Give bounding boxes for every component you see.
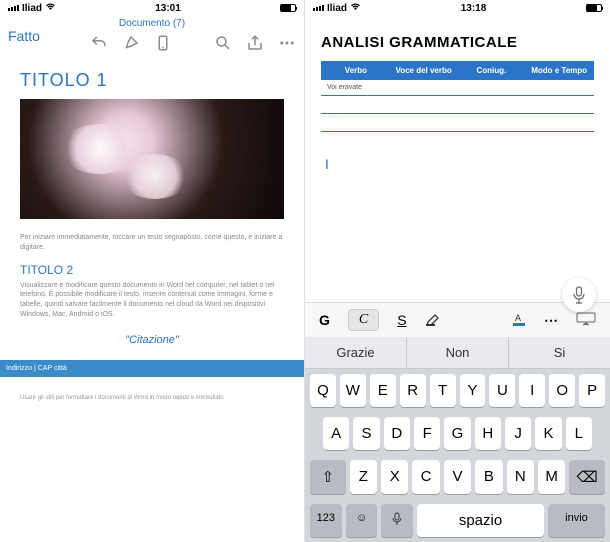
key-mic[interactable] (381, 504, 413, 537)
key-z[interactable]: Z (350, 460, 377, 494)
key-b[interactable]: B (475, 460, 502, 494)
table-row[interactable] (321, 114, 594, 132)
suggestion[interactable]: Non (407, 337, 509, 368)
key-i[interactable]: I (519, 374, 545, 407)
svg-text:A: A (515, 313, 521, 323)
key-t[interactable]: T (430, 374, 456, 407)
col-coniug: Coniug. (463, 66, 521, 75)
paragraph-2[interactable]: Visualizzare e modificare questo documen… (20, 281, 284, 320)
key-enter[interactable]: invio (548, 504, 605, 537)
mobile-icon[interactable] (154, 34, 172, 52)
document-body-left[interactable]: TITOLO 1 Per iniziare immediatamente, to… (0, 56, 304, 542)
key-u[interactable]: U (489, 374, 515, 407)
key-h[interactable]: H (475, 417, 501, 450)
italic-button[interactable]: C (348, 309, 379, 331)
key-e[interactable]: E (370, 374, 396, 407)
carrier-label: Iliad (22, 3, 42, 14)
format-toolbar: G C S A ⋯ (305, 302, 610, 337)
key-x[interactable]: X (381, 460, 408, 494)
highlight-icon[interactable] (425, 312, 443, 329)
suggestion-row: Grazie Non Si (305, 337, 610, 369)
key-p[interactable]: P (579, 374, 605, 407)
citation[interactable]: "Citazione" (20, 334, 284, 346)
suggestion[interactable]: Grazie (305, 337, 407, 368)
underline-button[interactable]: S (397, 312, 406, 328)
key-q[interactable]: Q (310, 374, 336, 407)
key-s[interactable]: S (353, 417, 379, 450)
key-shift[interactable]: ⇧ (310, 460, 346, 494)
key-l[interactable]: L (566, 417, 592, 450)
carrier-label: Iliad (327, 3, 347, 14)
table-header-row: Verbo Voce del verbo Coniug. Modo e Temp… (321, 61, 594, 80)
undo-icon[interactable] (90, 34, 108, 52)
key-r[interactable]: R (400, 374, 426, 407)
bold-button[interactable]: G (319, 312, 330, 328)
word-header: Fatto Documento (7) (0, 16, 304, 56)
status-time: 13:18 (361, 3, 586, 14)
key-j[interactable]: J (505, 417, 531, 450)
signal-icon (8, 5, 19, 11)
key-a[interactable]: A (323, 417, 349, 450)
address-bar[interactable]: Indirizzo | CAP città (0, 360, 304, 377)
done-button[interactable]: Fatto (8, 28, 40, 44)
footer-text: Usare gli stili per formattare i documen… (20, 395, 284, 401)
key-n[interactable]: N (507, 460, 534, 494)
more-format-icon[interactable]: ⋯ (544, 312, 558, 329)
more-icon[interactable] (278, 34, 296, 52)
document-title[interactable]: Documento (7) (119, 18, 185, 29)
key-m[interactable]: M (538, 460, 565, 494)
table-row[interactable] (321, 96, 594, 114)
wifi-icon (45, 3, 56, 14)
col-modo: Modo e Tempo (530, 66, 588, 75)
dictation-button[interactable] (562, 278, 596, 312)
col-voce: Voce del verbo (395, 66, 453, 75)
share-icon[interactable] (246, 34, 264, 52)
table-row[interactable]: Voi eravate (321, 80, 594, 96)
title-2[interactable]: TITOLO 2 (20, 263, 284, 277)
cherry-blossom-image[interactable] (20, 99, 284, 219)
status-bar-left: Iliad 13:01 (0, 0, 304, 16)
key-y[interactable]: Y (460, 374, 486, 407)
key-g[interactable]: G (444, 417, 470, 450)
col-verbo: Verbo (327, 66, 385, 75)
battery-icon (586, 4, 602, 12)
key-o[interactable]: O (549, 374, 575, 407)
keyboard: Grazie Non Si Q W E R T Y U I O P (305, 337, 610, 542)
text-cursor[interactable]: I (325, 156, 594, 172)
wifi-icon (350, 3, 361, 14)
key-emoji[interactable]: ☺ (346, 504, 378, 537)
key-v[interactable]: V (444, 460, 471, 494)
key-w[interactable]: W (340, 374, 366, 407)
key-backspace[interactable]: ⌫ (569, 460, 605, 494)
document-body-right[interactable]: ANALISI GRAMMATICALE Verbo Voce del verb… (305, 16, 610, 302)
battery-icon (280, 4, 296, 12)
search-icon[interactable] (214, 34, 232, 52)
title-1[interactable]: TITOLO 1 (20, 70, 284, 91)
status-time: 13:01 (56, 3, 280, 14)
key-123[interactable]: 123 (310, 504, 342, 537)
keyboard-toggle-icon[interactable] (576, 312, 596, 329)
font-color-icon[interactable]: A (512, 312, 526, 329)
status-bar-right: Iliad 13:18 (305, 0, 610, 16)
key-space[interactable]: spazio (417, 504, 544, 537)
pen-icon[interactable] (122, 34, 140, 52)
key-f[interactable]: F (414, 417, 440, 450)
key-d[interactable]: D (384, 417, 410, 450)
key-k[interactable]: K (535, 417, 561, 450)
suggestion[interactable]: Si (509, 337, 610, 368)
paragraph-1[interactable]: Per iniziare immediatamente, toccare un … (20, 233, 284, 253)
key-c[interactable]: C (412, 460, 439, 494)
signal-icon (313, 5, 324, 11)
page-title[interactable]: ANALISI GRAMMATICALE (321, 34, 594, 51)
